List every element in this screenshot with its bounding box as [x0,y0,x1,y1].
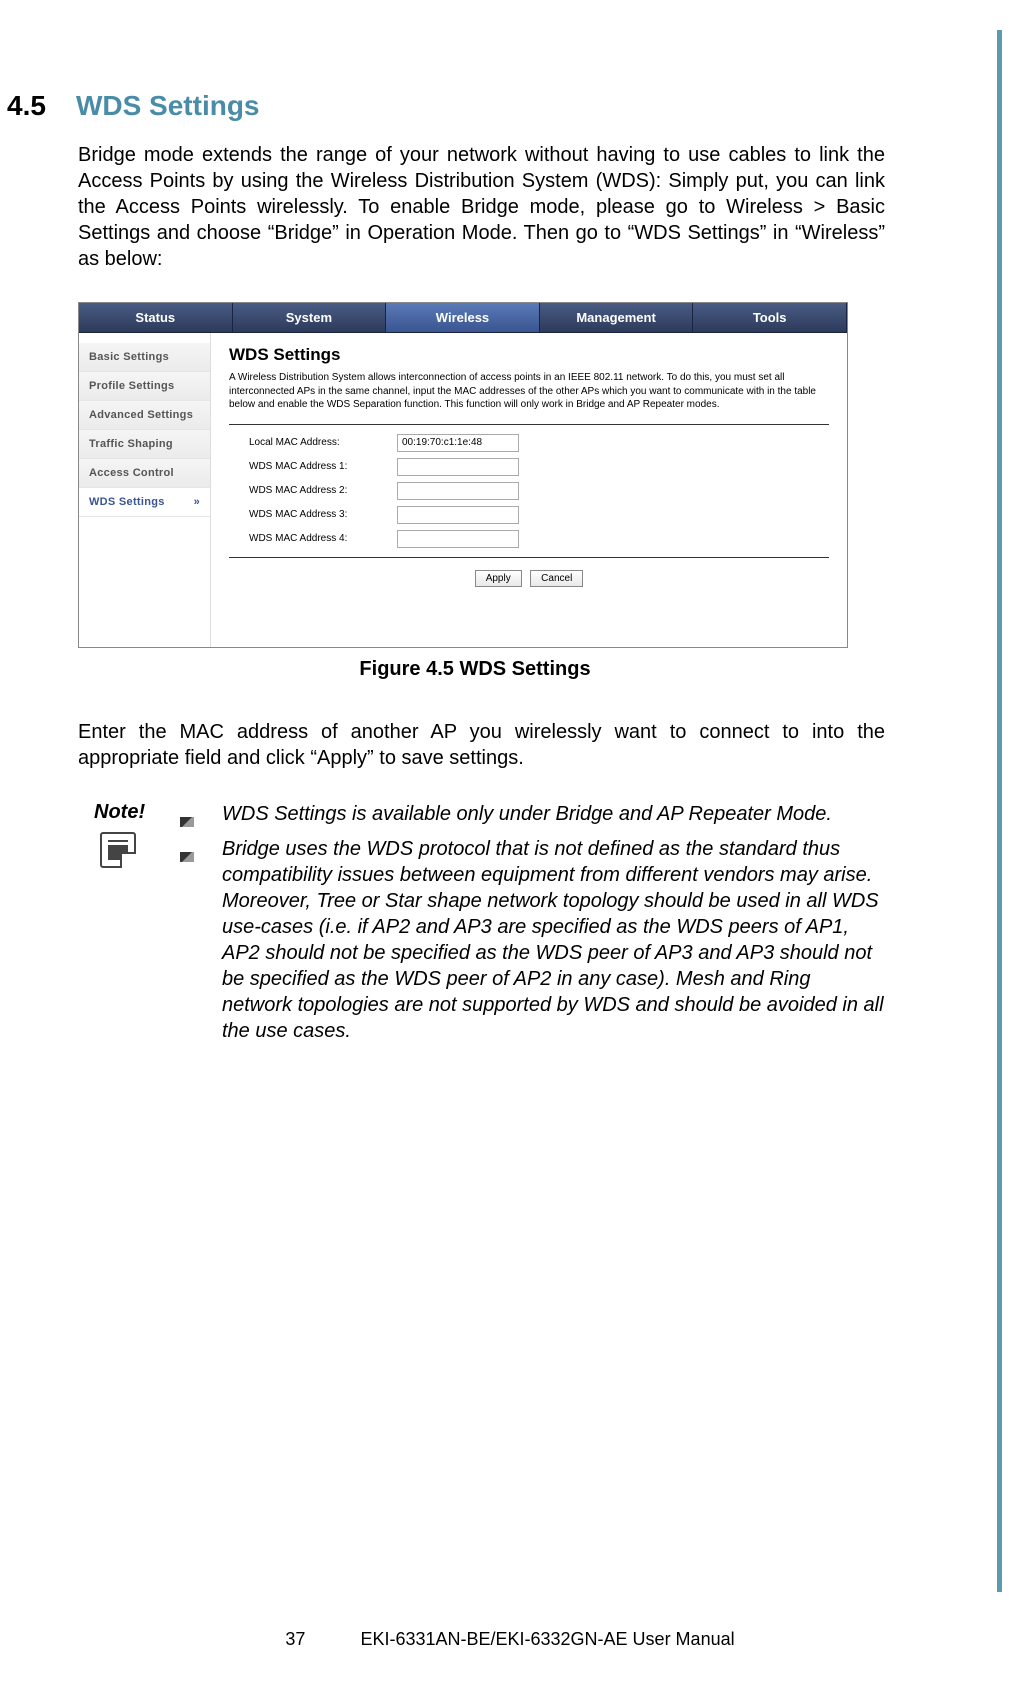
sidebar-item-profile[interactable]: Profile Settings [79,372,210,401]
page-border [997,30,1002,1592]
mac2-label: WDS MAC Address 2: [229,485,397,496]
form-row-local: Local MAC Address: [229,431,829,455]
manual-title: EKI-6331AN-BE/EKI-6332GN-AE User Manual [360,1629,734,1649]
note-item: Bridge uses the WDS protocol that is not… [180,836,885,1044]
form-row-mac2: WDS MAC Address 2: [229,479,829,503]
form-buttons: Apply Cancel [229,568,829,587]
sidebar-item-basic[interactable]: Basic Settings [79,343,210,372]
wds-settings-screenshot: Status System Wireless Management Tools … [78,302,848,648]
main-panel: WDS Settings A Wireless Distribution Sys… [211,333,847,647]
top-nav: Status System Wireless Management Tools [79,303,847,333]
tab-wireless[interactable]: Wireless [386,303,540,332]
section-header: 4.5 WDS Settings [0,90,950,122]
post-text: Enter the MAC address of another AP you … [78,719,885,771]
tab-status[interactable]: Status [79,303,233,332]
tab-management[interactable]: Management [540,303,694,332]
tab-system[interactable]: System [233,303,387,332]
mac2-input[interactable] [397,482,519,500]
sidebar-item-access[interactable]: Access Control [79,459,210,488]
note-block: Note! WDS Settings is available only und… [94,801,885,1046]
mac1-label: WDS MAC Address 1: [229,461,397,472]
note-item-text: WDS Settings is available only under Bri… [222,801,832,834]
panel-title: WDS Settings [229,345,829,365]
sidebar-item-wds[interactable]: WDS Settings » [79,488,210,517]
page-number: 37 [285,1629,305,1650]
note-label: Note! [94,801,180,824]
note-label-column: Note! [94,801,180,1046]
mac3-input[interactable] [397,506,519,524]
sidebar-nav: Basic Settings Profile Settings Advanced… [79,333,211,647]
form-row-mac3: WDS MAC Address 3: [229,503,829,527]
intro-paragraph: Bridge mode extends the range of your ne… [78,142,885,272]
sidebar-item-label: WDS Settings [89,496,165,508]
bullet-icon [180,801,222,834]
note-items: WDS Settings is available only under Bri… [180,801,885,1046]
mac-form: Local MAC Address: WDS MAC Address 1: WD… [229,424,829,558]
note-item: WDS Settings is available only under Bri… [180,801,885,834]
form-row-mac1: WDS MAC Address 1: [229,455,829,479]
bullet-icon [180,836,222,1044]
sidebar-item-advanced[interactable]: Advanced Settings [79,401,210,430]
mac3-label: WDS MAC Address 3: [229,509,397,520]
local-mac-input[interactable] [397,434,519,452]
cancel-button[interactable]: Cancel [530,570,583,587]
form-row-mac4: WDS MAC Address 4: [229,527,829,551]
mac4-input[interactable] [397,530,519,548]
page-footer: 37 EKI-6331AN-BE/EKI-6332GN-AE User Manu… [0,1629,1020,1650]
mac1-input[interactable] [397,458,519,476]
chevron-right-icon: » [194,496,200,508]
section-number: 4.5 [0,90,46,122]
panel-description: A Wireless Distribution System allows in… [229,371,829,412]
local-mac-label: Local MAC Address: [229,437,397,448]
figure-caption: Figure 4.5 WDS Settings [0,658,950,681]
note-item-text: Bridge uses the WDS protocol that is not… [222,836,885,1044]
mac4-label: WDS MAC Address 4: [229,533,397,544]
sidebar-item-traffic[interactable]: Traffic Shaping [79,430,210,459]
section-title: WDS Settings [76,90,260,122]
tab-tools[interactable]: Tools [693,303,847,332]
apply-button[interactable]: Apply [475,570,522,587]
document-icon [100,832,136,868]
